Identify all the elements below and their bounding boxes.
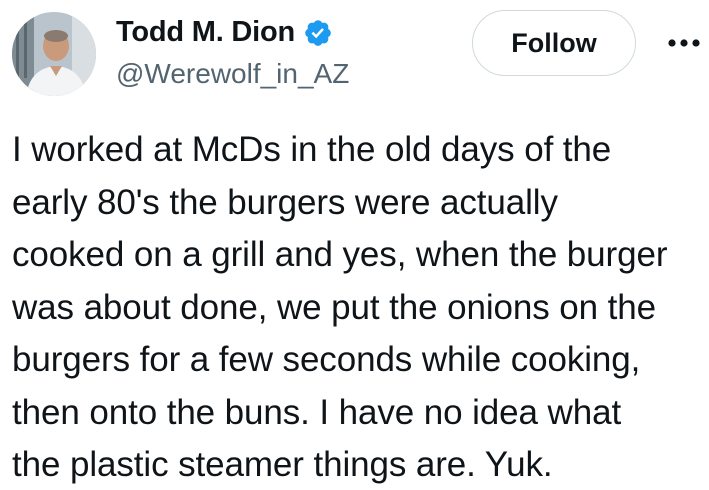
more-options-button[interactable]: [664, 28, 704, 58]
tweet-text-line: cooked on a grill and yes, when the burg…: [12, 235, 668, 274]
author-display-name[interactable]: Todd M. Dion: [116, 14, 295, 50]
tweet-text-line: was about done, we put the onions on the: [12, 287, 656, 327]
verified-badge-icon: [303, 18, 333, 48]
tweet-card: Todd M. Dion @Werewolf_in_AZ Follow I wo…: [0, 0, 709, 490]
tweet-text-line: I worked at McDs in the old days of the: [12, 130, 612, 169]
tweet-text-line: burgers for a few seconds while cooking,: [12, 340, 641, 379]
avatar-image: [12, 12, 96, 96]
avatar[interactable]: [12, 12, 96, 96]
tweet-text-line: the plastic steamer things are. Yuk.: [12, 445, 553, 484]
tweet-text-line: then onto the buns. I have no idea what: [12, 392, 622, 432]
tweet-text: I worked at McDs in the old days of the …: [12, 124, 706, 490]
name-row: Todd M. Dion: [116, 14, 333, 50]
follow-button[interactable]: Follow: [472, 10, 636, 76]
more-horizontal-icon: [668, 39, 700, 47]
tweet-text-line: early 80's the burgers were actually: [12, 182, 558, 222]
author-handle[interactable]: @Werewolf_in_AZ: [116, 56, 349, 92]
